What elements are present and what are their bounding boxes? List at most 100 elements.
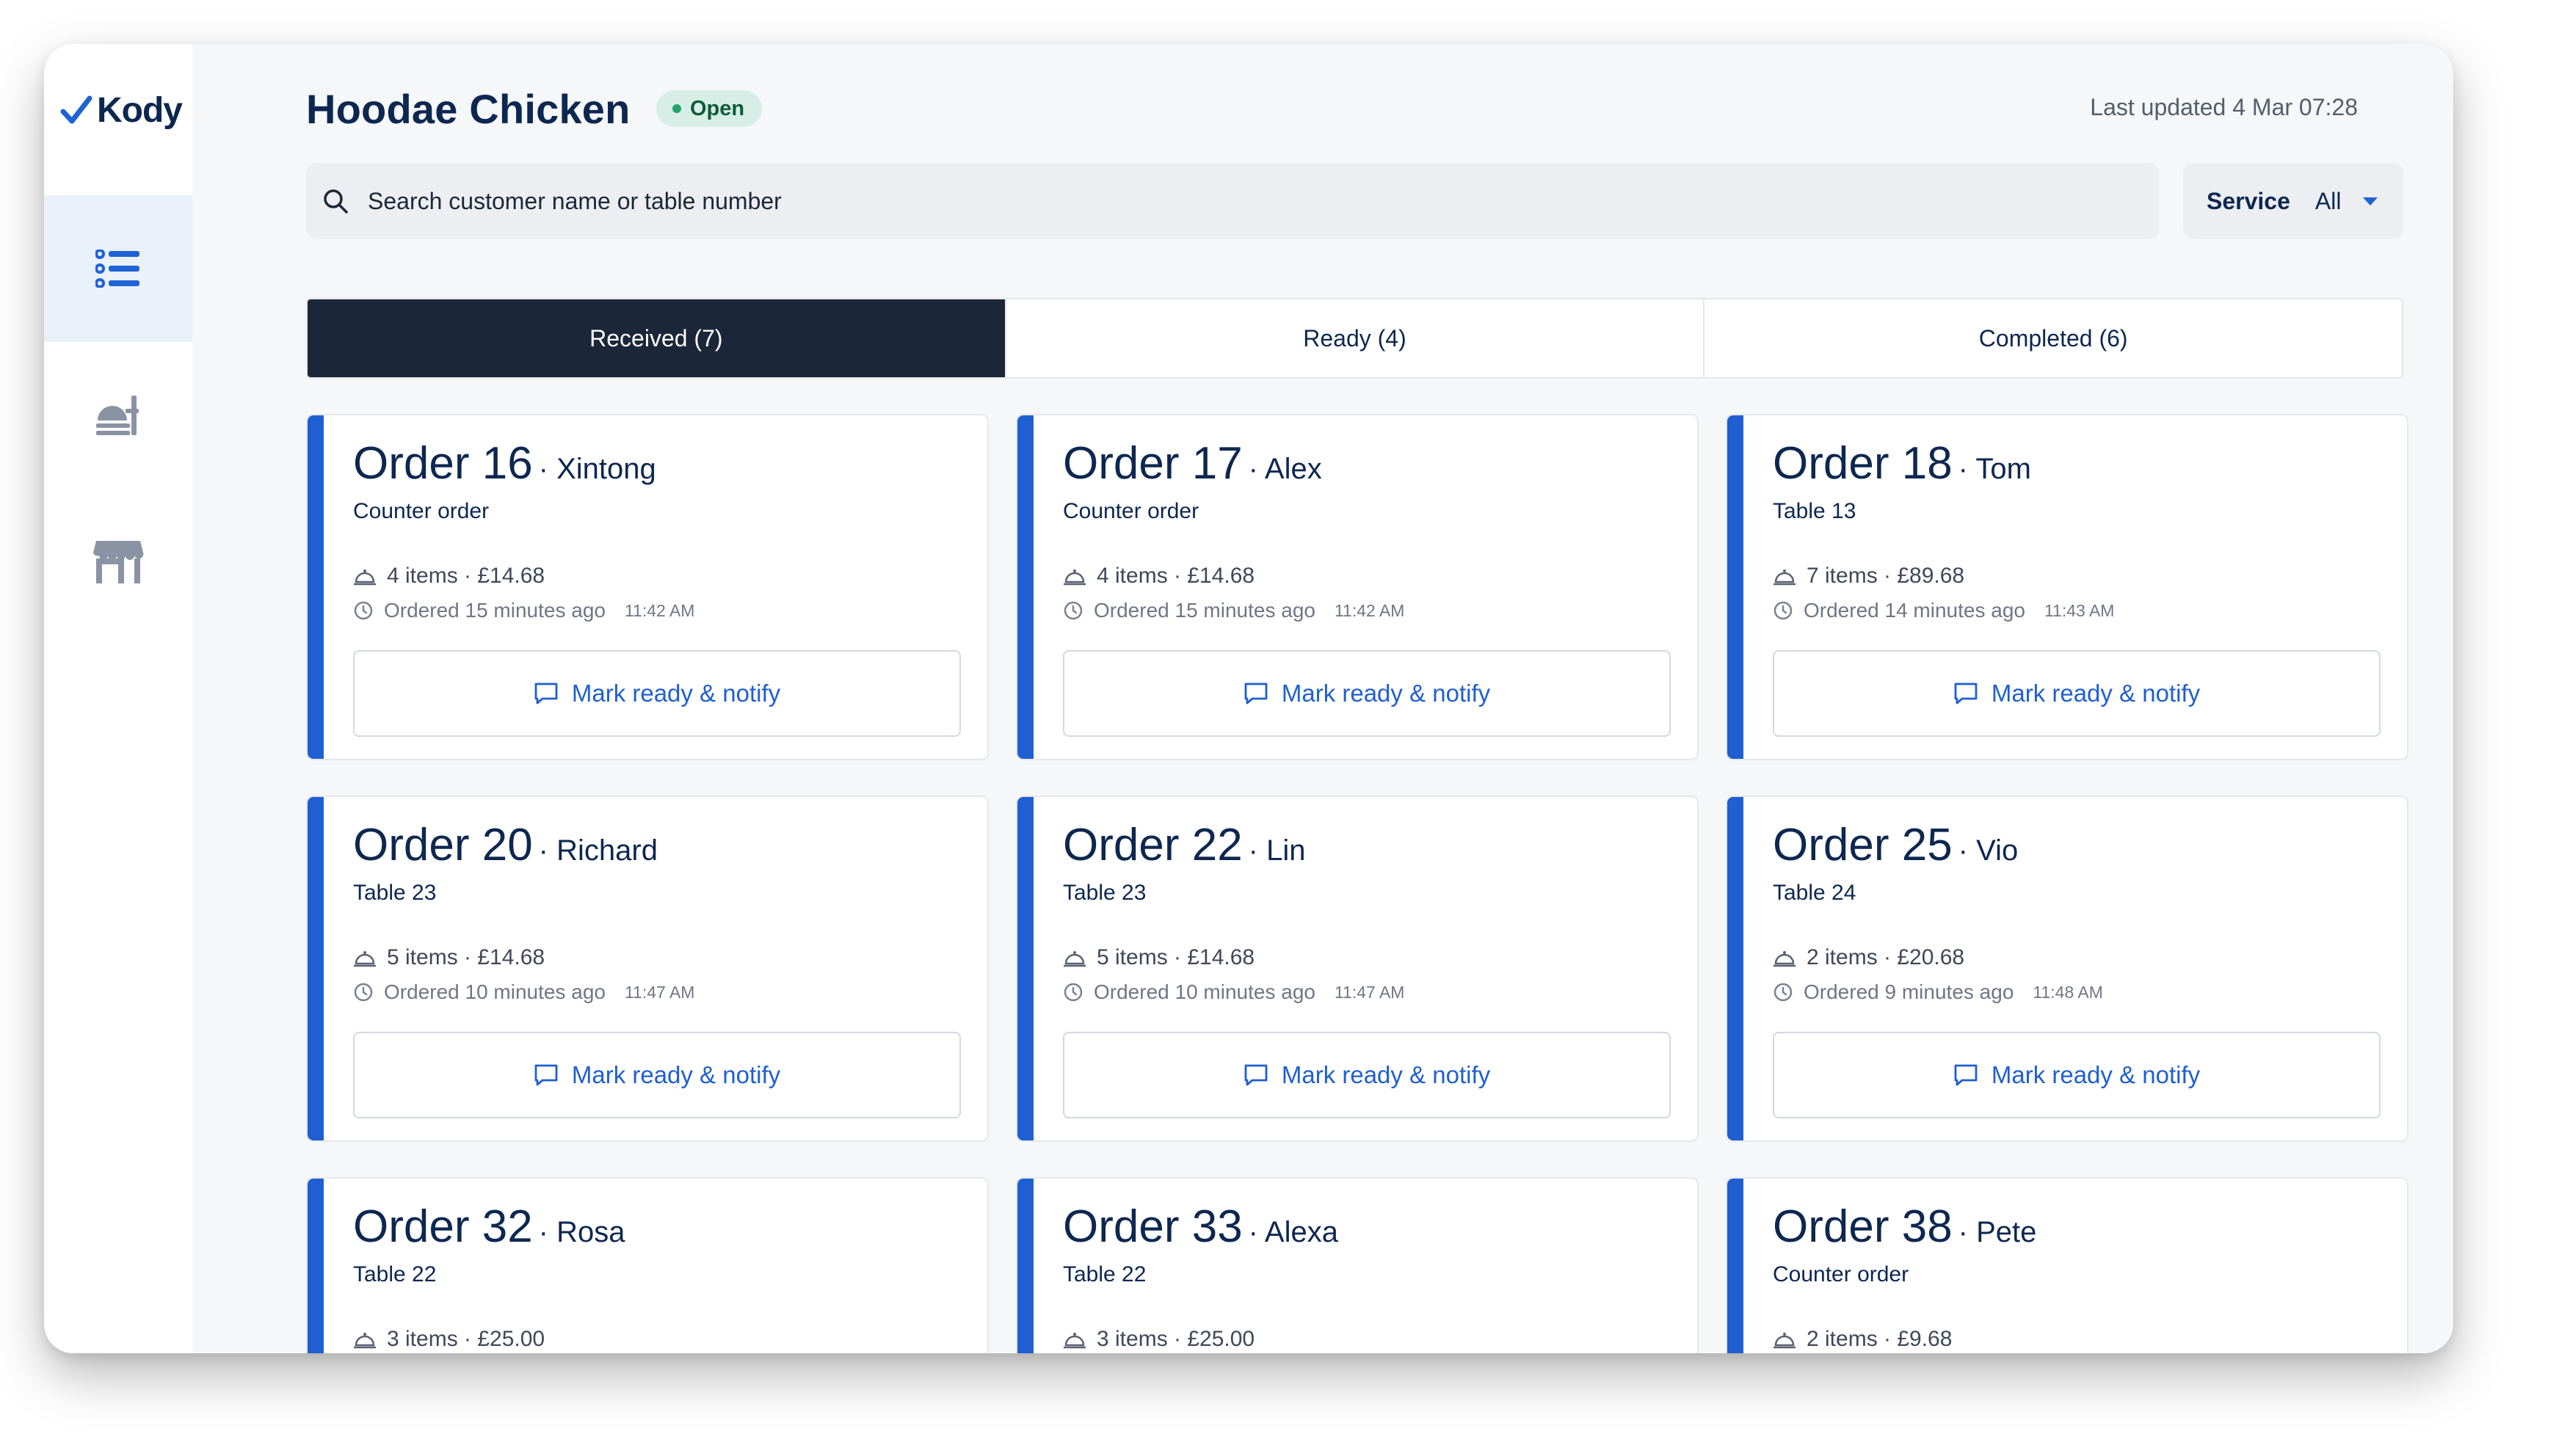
tab-ready[interactable]: Ready (4) <box>1004 299 1704 377</box>
kody-logo[interactable]: Kody <box>60 88 183 132</box>
message-icon <box>1954 682 1978 705</box>
order-heading: Order 18 · Tom <box>1773 437 2031 489</box>
order-card: Order 20 · Richard Table 23 5 items · £1… <box>306 796 989 1142</box>
food-service-icon <box>96 396 139 435</box>
service-label: Service <box>2207 187 2290 214</box>
order-items: 2 items · £20.68 <box>1773 945 1964 970</box>
customer-name: · Alexa <box>1248 1216 1338 1248</box>
mark-ready-label: Mark ready & notify <box>1991 1061 2201 1088</box>
mark-ready-button[interactable]: Mark ready & notify <box>1063 650 1671 737</box>
items-summary: 5 items · £14.68 <box>387 945 545 969</box>
customer-name: · Tom <box>1958 453 2031 485</box>
items-summary: 4 items · £14.68 <box>387 564 545 588</box>
order-card: Order 25 · Vio Table 24 2 items · £20.68… <box>1726 796 2408 1142</box>
ordered-ago: Ordered 15 minutes ago <box>1094 599 1315 622</box>
order-number: Order 38 <box>1773 1201 1953 1252</box>
nav-orders[interactable] <box>44 195 192 342</box>
order-items: 4 items · £14.68 <box>1063 564 1255 589</box>
order-number: Order 16 <box>353 438 533 489</box>
order-number: Order 25 <box>1773 820 1953 870</box>
clock-icon <box>1064 983 1083 1002</box>
order-heading: Order 20 · Richard <box>353 819 658 871</box>
order-card: Order 38 · Pete Counter order 2 items · … <box>1726 1177 2408 1353</box>
ordered-timestamp: 11:47 AM <box>1334 982 1405 1002</box>
tab-completed[interactable]: Completed (6) <box>1703 299 2402 377</box>
order-card: Order 17 · Alex Counter order 4 items · … <box>1016 414 1699 760</box>
search-input[interactable] <box>368 187 2056 215</box>
mark-ready-button[interactable]: Mark ready & notify <box>353 650 961 737</box>
search-icon <box>324 189 348 214</box>
order-type: Table 23 <box>1063 881 1147 905</box>
cloche-icon <box>1773 951 1796 967</box>
status-text: Open <box>690 96 745 120</box>
tab-received[interactable]: Received (7) <box>308 299 1005 377</box>
clock-icon <box>1064 601 1083 620</box>
logo-text: Kody <box>97 90 183 130</box>
clock-icon <box>1773 601 1793 620</box>
message-icon <box>1244 682 1268 705</box>
search-bar[interactable] <box>306 163 2159 239</box>
order-heading: Order 32 · Rosa <box>353 1201 625 1253</box>
clock-icon <box>1773 983 1793 1002</box>
order-items: 2 items · £9.68 <box>1773 1327 1952 1352</box>
ordered-ago: Ordered 15 minutes ago <box>384 599 606 622</box>
app-window: Kody Hoodae Chicken Open Last updated 4 … <box>44 44 2453 1353</box>
checkmark-icon <box>60 95 92 124</box>
restaurant-title: Hoodae Chicken <box>306 86 631 132</box>
order-type: Table 13 <box>1773 499 1856 523</box>
service-dropdown[interactable]: Service All <box>2183 163 2403 239</box>
order-type: Table 22 <box>1063 1262 1147 1286</box>
ordered-timestamp: 11:42 AM <box>624 600 695 620</box>
order-heading: Order 22 · Lin <box>1063 819 1305 871</box>
items-summary: 3 items · £25.00 <box>1097 1327 1255 1351</box>
order-items: 5 items · £14.68 <box>1063 945 1255 970</box>
customer-name: · Pete <box>1958 1216 2037 1248</box>
order-card: Order 32 · Rosa Table 22 3 items · £25.0… <box>306 1177 989 1353</box>
message-icon <box>1244 1064 1268 1086</box>
service-value: All <box>2314 187 2342 214</box>
mark-ready-label: Mark ready & notify <box>1281 1061 1491 1088</box>
clock-icon <box>354 983 373 1002</box>
cloche-icon <box>1064 1333 1086 1349</box>
store-icon <box>93 541 144 583</box>
order-heading: Order 17 · Alex <box>1063 437 1322 489</box>
items-summary: 2 items · £9.68 <box>1807 1327 1953 1351</box>
order-type: Counter order <box>1063 499 1199 523</box>
order-card: Order 22 · Lin Table 23 5 items · £14.68… <box>1016 796 1699 1142</box>
mark-ready-button[interactable]: Mark ready & notify <box>1773 650 2381 737</box>
order-heading: Order 33 · Alexa <box>1063 1201 1338 1253</box>
ordered-ago: Ordered 10 minutes ago <box>1094 980 1315 1003</box>
cloche-icon <box>1773 569 1796 586</box>
sidebar: Kody <box>44 44 192 1353</box>
mark-ready-button[interactable]: Mark ready & notify <box>1773 1032 2381 1118</box>
ordered-timestamp: 11:43 AM <box>2044 600 2115 620</box>
customer-name: · Rosa <box>538 1216 625 1248</box>
nav-store[interactable] <box>44 489 192 636</box>
mark-ready-button[interactable]: Mark ready & notify <box>353 1032 961 1118</box>
ordered-timestamp: 11:42 AM <box>1334 600 1405 620</box>
list-icon <box>95 250 139 288</box>
order-number: Order 17 <box>1063 438 1243 489</box>
clock-icon <box>354 601 373 620</box>
mark-ready-label: Mark ready & notify <box>571 1061 781 1088</box>
mark-ready-label: Mark ready & notify <box>1991 680 2201 707</box>
mark-ready-label: Mark ready & notify <box>571 680 781 707</box>
nav-kitchen[interactable] <box>44 342 192 489</box>
customer-name: · Richard <box>538 834 658 867</box>
main-content: Hoodae Chicken Open Last updated 4 Mar 0… <box>192 44 2453 1353</box>
customer-name: · Lin <box>1248 834 1306 867</box>
caret-down-icon <box>2363 197 2378 205</box>
order-items: 4 items · £14.68 <box>353 564 545 589</box>
cloche-icon <box>1064 951 1086 967</box>
order-type: Counter order <box>353 499 490 523</box>
customer-name: · Xintong <box>538 453 656 485</box>
status-dot-icon <box>672 104 681 113</box>
order-time: Ordered 15 minutes ago 11:42 AM <box>1063 599 1404 622</box>
ordered-timestamp: 11:47 AM <box>624 982 695 1002</box>
items-summary: 4 items · £14.68 <box>1097 564 1255 588</box>
mark-ready-button[interactable]: Mark ready & notify <box>1063 1032 1671 1118</box>
order-type: Table 23 <box>353 881 437 905</box>
order-number: Order 18 <box>1773 438 1953 489</box>
order-time: Ordered 9 minutes ago 11:48 AM <box>1773 980 2103 1004</box>
order-items: 3 items · £25.00 <box>353 1327 545 1352</box>
